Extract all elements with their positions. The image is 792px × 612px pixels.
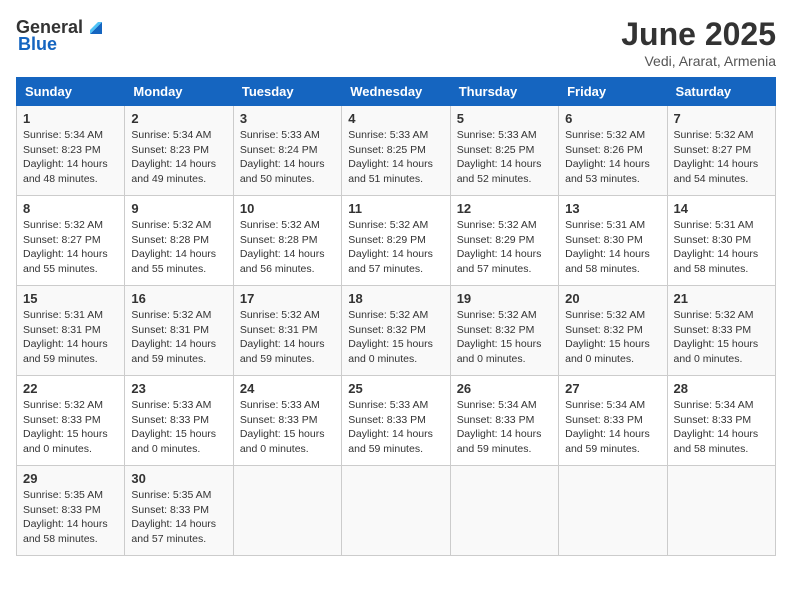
table-row: 25Sunrise: 5:33 AMSunset: 8:33 PMDayligh… xyxy=(342,376,450,466)
table-row xyxy=(559,466,667,556)
col-wednesday: Wednesday xyxy=(342,78,450,106)
week-row-4: 22Sunrise: 5:32 AMSunset: 8:33 PMDayligh… xyxy=(17,376,776,466)
col-thursday: Thursday xyxy=(450,78,558,106)
table-row: 13Sunrise: 5:31 AMSunset: 8:30 PMDayligh… xyxy=(559,196,667,286)
table-row: 28Sunrise: 5:34 AMSunset: 8:33 PMDayligh… xyxy=(667,376,775,466)
title-area: June 2025 Vedi, Ararat, Armenia xyxy=(621,16,776,69)
header: General Blue June 2025 Vedi, Ararat, Arm… xyxy=(16,16,776,69)
calendar-table: Sunday Monday Tuesday Wednesday Thursday… xyxy=(16,77,776,556)
col-tuesday: Tuesday xyxy=(233,78,341,106)
table-row: 8Sunrise: 5:32 AMSunset: 8:27 PMDaylight… xyxy=(17,196,125,286)
location-title: Vedi, Ararat, Armenia xyxy=(621,53,776,69)
table-row xyxy=(342,466,450,556)
table-row: 2Sunrise: 5:34 AMSunset: 8:23 PMDaylight… xyxy=(125,106,233,196)
table-row: 9Sunrise: 5:32 AMSunset: 8:28 PMDaylight… xyxy=(125,196,233,286)
col-friday: Friday xyxy=(559,78,667,106)
table-row: 22Sunrise: 5:32 AMSunset: 8:33 PMDayligh… xyxy=(17,376,125,466)
col-saturday: Saturday xyxy=(667,78,775,106)
month-title: June 2025 xyxy=(621,16,776,53)
table-row: 17Sunrise: 5:32 AMSunset: 8:31 PMDayligh… xyxy=(233,286,341,376)
table-row: 12Sunrise: 5:32 AMSunset: 8:29 PMDayligh… xyxy=(450,196,558,286)
table-row: 19Sunrise: 5:32 AMSunset: 8:32 PMDayligh… xyxy=(450,286,558,376)
table-row: 10Sunrise: 5:32 AMSunset: 8:28 PMDayligh… xyxy=(233,196,341,286)
table-row: 5Sunrise: 5:33 AMSunset: 8:25 PMDaylight… xyxy=(450,106,558,196)
table-row: 20Sunrise: 5:32 AMSunset: 8:32 PMDayligh… xyxy=(559,286,667,376)
table-row: 6Sunrise: 5:32 AMSunset: 8:26 PMDaylight… xyxy=(559,106,667,196)
table-row xyxy=(667,466,775,556)
week-row-1: 1Sunrise: 5:34 AMSunset: 8:23 PMDaylight… xyxy=(17,106,776,196)
table-row: 14Sunrise: 5:31 AMSunset: 8:30 PMDayligh… xyxy=(667,196,775,286)
table-row: 15Sunrise: 5:31 AMSunset: 8:31 PMDayligh… xyxy=(17,286,125,376)
table-row: 16Sunrise: 5:32 AMSunset: 8:31 PMDayligh… xyxy=(125,286,233,376)
table-row: 1Sunrise: 5:34 AMSunset: 8:23 PMDaylight… xyxy=(17,106,125,196)
table-row: 3Sunrise: 5:33 AMSunset: 8:24 PMDaylight… xyxy=(233,106,341,196)
table-row: 29Sunrise: 5:35 AMSunset: 8:33 PMDayligh… xyxy=(17,466,125,556)
table-row: 7Sunrise: 5:32 AMSunset: 8:27 PMDaylight… xyxy=(667,106,775,196)
week-row-5: 29Sunrise: 5:35 AMSunset: 8:33 PMDayligh… xyxy=(17,466,776,556)
week-row-2: 8Sunrise: 5:32 AMSunset: 8:27 PMDaylight… xyxy=(17,196,776,286)
table-row xyxy=(233,466,341,556)
logo: General Blue xyxy=(16,16,106,55)
logo-blue-text: Blue xyxy=(18,34,57,55)
table-row: 23Sunrise: 5:33 AMSunset: 8:33 PMDayligh… xyxy=(125,376,233,466)
table-row: 11Sunrise: 5:32 AMSunset: 8:29 PMDayligh… xyxy=(342,196,450,286)
col-monday: Monday xyxy=(125,78,233,106)
table-row: 27Sunrise: 5:34 AMSunset: 8:33 PMDayligh… xyxy=(559,376,667,466)
week-row-3: 15Sunrise: 5:31 AMSunset: 8:31 PMDayligh… xyxy=(17,286,776,376)
table-row: 18Sunrise: 5:32 AMSunset: 8:32 PMDayligh… xyxy=(342,286,450,376)
table-row: 4Sunrise: 5:33 AMSunset: 8:25 PMDaylight… xyxy=(342,106,450,196)
table-row: 30Sunrise: 5:35 AMSunset: 8:33 PMDayligh… xyxy=(125,466,233,556)
logo-icon xyxy=(84,16,106,38)
col-sunday: Sunday xyxy=(17,78,125,106)
table-row: 24Sunrise: 5:33 AMSunset: 8:33 PMDayligh… xyxy=(233,376,341,466)
calendar-header-row: Sunday Monday Tuesday Wednesday Thursday… xyxy=(17,78,776,106)
table-row: 26Sunrise: 5:34 AMSunset: 8:33 PMDayligh… xyxy=(450,376,558,466)
table-row xyxy=(450,466,558,556)
table-row: 21Sunrise: 5:32 AMSunset: 8:33 PMDayligh… xyxy=(667,286,775,376)
